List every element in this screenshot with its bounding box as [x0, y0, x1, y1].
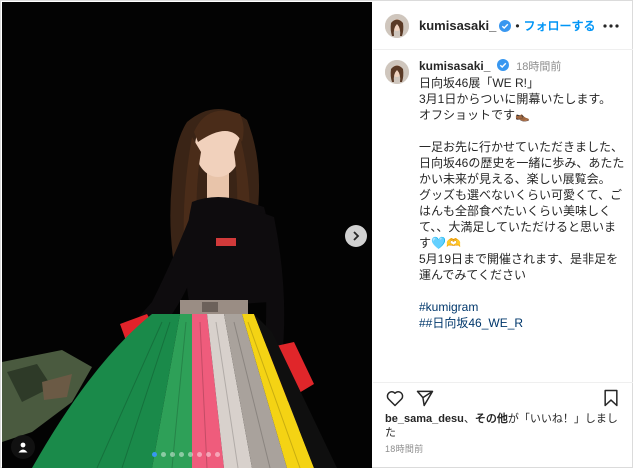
likes-others-link[interactable]: その他 [475, 413, 508, 425]
caption-line: 一足お先に行かせていただきました、日向坂46の歴史を一緒に歩み、あたたかい未来が… [419, 140, 625, 186]
chevron-right-icon [353, 231, 360, 241]
caption-time: 18時間前 [516, 61, 562, 73]
bookmark-icon[interactable] [601, 388, 621, 408]
caption-avatar[interactable] [385, 60, 409, 84]
post-photo[interactable] [2, 2, 372, 468]
liked-by-user[interactable]: be_sama_desu [385, 413, 464, 425]
paper-plane-icon[interactable] [415, 388, 435, 408]
verified-badge-icon [499, 19, 512, 32]
caption-line: 5月19日まで開催されます、是非足を運んでみてください [419, 252, 619, 282]
post-timestamp[interactable]: 18時間前 [385, 442, 424, 455]
caption-hashtags: #kumigram ##日向坂46_WE_R [419, 299, 625, 331]
hashtag-link[interactable]: #kumigram [419, 299, 625, 315]
likes-summary: be_sama_desu、その他が「いいね！」しました [385, 412, 625, 440]
more-options-button[interactable] [601, 16, 621, 36]
carousel-dot [197, 452, 202, 457]
post-header: kumisasaki_ • フォローする [373, 2, 633, 50]
post-dialog: kumisasaki_ • フォローする kumisasaki_ 18時間前 日… [0, 0, 633, 468]
avatar[interactable] [385, 13, 409, 38]
header-separator: • [515, 18, 520, 33]
carousel-dot [161, 452, 166, 457]
caption-line [419, 283, 625, 299]
caption-line: 3月1日からついに開幕いたします。 [419, 92, 612, 106]
carousel-dot [179, 452, 184, 457]
header-username[interactable]: kumisasaki_ [419, 18, 496, 33]
caption-username[interactable]: kumisasaki_ [419, 59, 490, 73]
user-tags-button[interactable] [11, 435, 35, 459]
post-image [2, 2, 372, 468]
user-tag-icon [18, 442, 28, 453]
carousel-dot [188, 452, 193, 457]
verified-badge-icon [496, 59, 509, 71]
carousel-dot [170, 452, 175, 457]
caption-line: 日向坂46展「WE R!」 [419, 76, 540, 90]
post-sidebar: kumisasaki_ • フォローする kumisasaki_ 18時間前 日… [373, 2, 633, 468]
caption-text: 日向坂46展「WE R!」 3月1日からついに開幕いたします。 オフショットです👞 一… [419, 75, 625, 299]
avatar-image [385, 60, 409, 84]
caption-line: オフショットです👞 [419, 108, 530, 122]
more-horizontal-icon [603, 24, 619, 28]
hashtag-link[interactable]: ##日向坂46_WE_R [419, 315, 625, 331]
carousel-dot [215, 452, 220, 457]
caption-line: グッズも選べないくらい可愛くて、ごはんも全部食べたいくらい美味しくて、、大満足し… [419, 188, 623, 250]
carousel-dot [152, 452, 157, 457]
carousel-dot [206, 452, 211, 457]
post-caption: kumisasaki_ 18時間前 日向坂46展「WE R!」 3月1日からついに… [385, 58, 625, 331]
carousel-indicator [152, 452, 220, 457]
caption-line [419, 123, 625, 139]
post-actions [373, 382, 633, 410]
follow-button[interactable]: フォローする [524, 17, 596, 34]
heart-outline-icon[interactable] [385, 388, 405, 408]
likes-connector: 、 [463, 413, 475, 425]
carousel-next-button[interactable] [345, 225, 367, 247]
avatar-image [385, 13, 409, 38]
